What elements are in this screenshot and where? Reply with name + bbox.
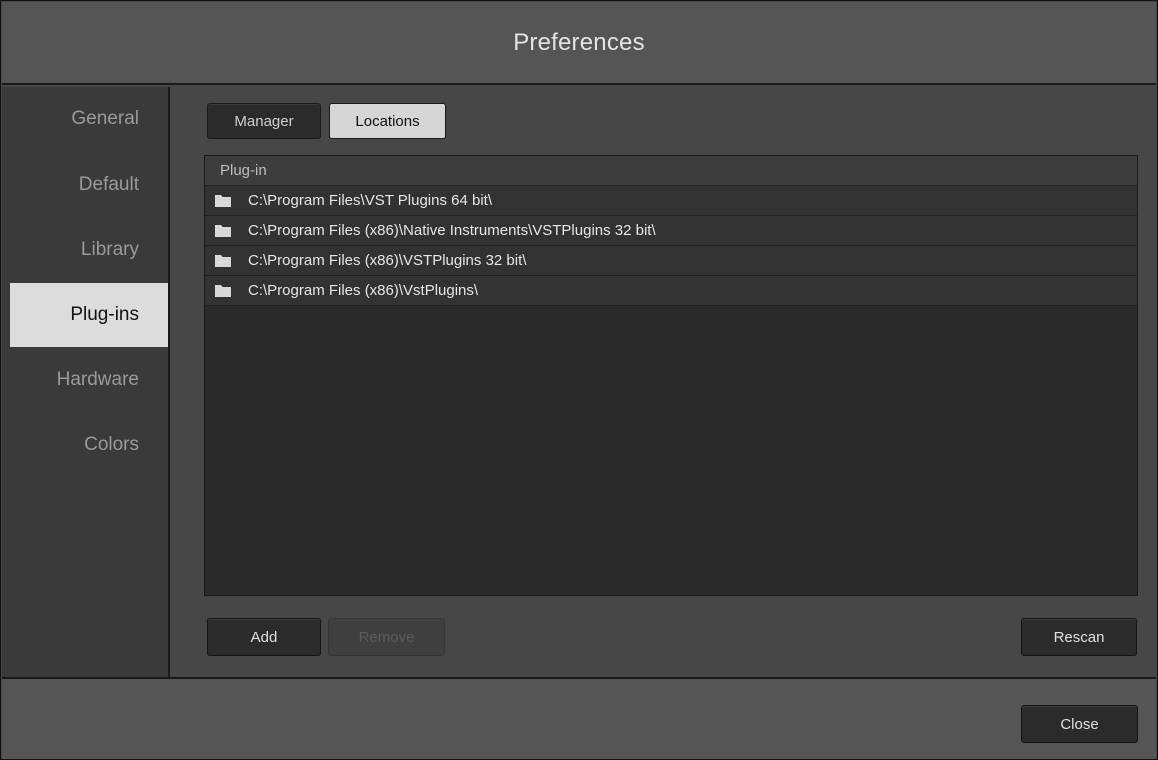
- plugin-locations-list[interactable]: Plug-in C:\Program Files\VST Plugins 64 …: [204, 155, 1138, 596]
- list-item[interactable]: C:\Program Files (x86)\VstPlugins\: [205, 276, 1137, 306]
- sidebar-item-label: Default: [78, 174, 139, 195]
- list-item[interactable]: C:\Program Files (x86)\Native Instrument…: [205, 216, 1137, 246]
- location-path: C:\Program Files (x86)\VstPlugins\: [248, 282, 479, 299]
- preferences-window: Preferences General Default Library Plug…: [0, 0, 1158, 760]
- close-button[interactable]: Close: [1021, 705, 1138, 743]
- add-button[interactable]: Add: [207, 618, 321, 656]
- footer-bar: Close: [2, 677, 1156, 759]
- sidebar-item-plug-ins[interactable]: Plug-ins: [10, 283, 168, 347]
- title-bar: Preferences: [2, 2, 1156, 85]
- window-title: Preferences: [513, 28, 645, 56]
- sidebar: General Default Library Plug-ins Hardwar…: [2, 87, 170, 677]
- tab-manager[interactable]: Manager: [207, 103, 321, 139]
- location-path: C:\Program Files\VST Plugins 64 bit\: [248, 192, 492, 209]
- column-header-plug-in[interactable]: Plug-in: [205, 156, 1137, 186]
- folder-icon: [215, 254, 231, 268]
- sidebar-item-label: Colors: [84, 434, 139, 455]
- tab-locations[interactable]: Locations: [329, 103, 446, 139]
- location-path: C:\Program Files (x86)\VSTPlugins 32 bit…: [248, 252, 527, 269]
- folder-icon: [215, 284, 231, 298]
- list-item[interactable]: C:\Program Files\VST Plugins 64 bit\: [205, 186, 1137, 216]
- sidebar-item-label: Hardware: [56, 369, 139, 390]
- rescan-button[interactable]: Rescan: [1021, 618, 1137, 656]
- sidebar-item-library[interactable]: Library: [10, 218, 168, 282]
- sidebar-item-colors[interactable]: Colors: [10, 413, 168, 477]
- folder-icon: [215, 224, 231, 238]
- sidebar-item-label: General: [71, 108, 139, 129]
- remove-button[interactable]: Remove: [328, 618, 445, 656]
- sidebar-item-default[interactable]: Default: [10, 153, 168, 217]
- list-item[interactable]: C:\Program Files (x86)\VSTPlugins 32 bit…: [205, 246, 1137, 276]
- sidebar-item-label: Plug-ins: [70, 304, 139, 325]
- sidebar-item-label: Library: [80, 239, 139, 260]
- folder-icon: [215, 194, 231, 208]
- sidebar-item-hardware[interactable]: Hardware: [10, 348, 168, 412]
- main-panel: Manager Locations Plug-in C:\Program Fil…: [172, 87, 1157, 677]
- location-path: C:\Program Files (x86)\Native Instrument…: [248, 222, 656, 239]
- sidebar-item-general[interactable]: General: [10, 87, 168, 151]
